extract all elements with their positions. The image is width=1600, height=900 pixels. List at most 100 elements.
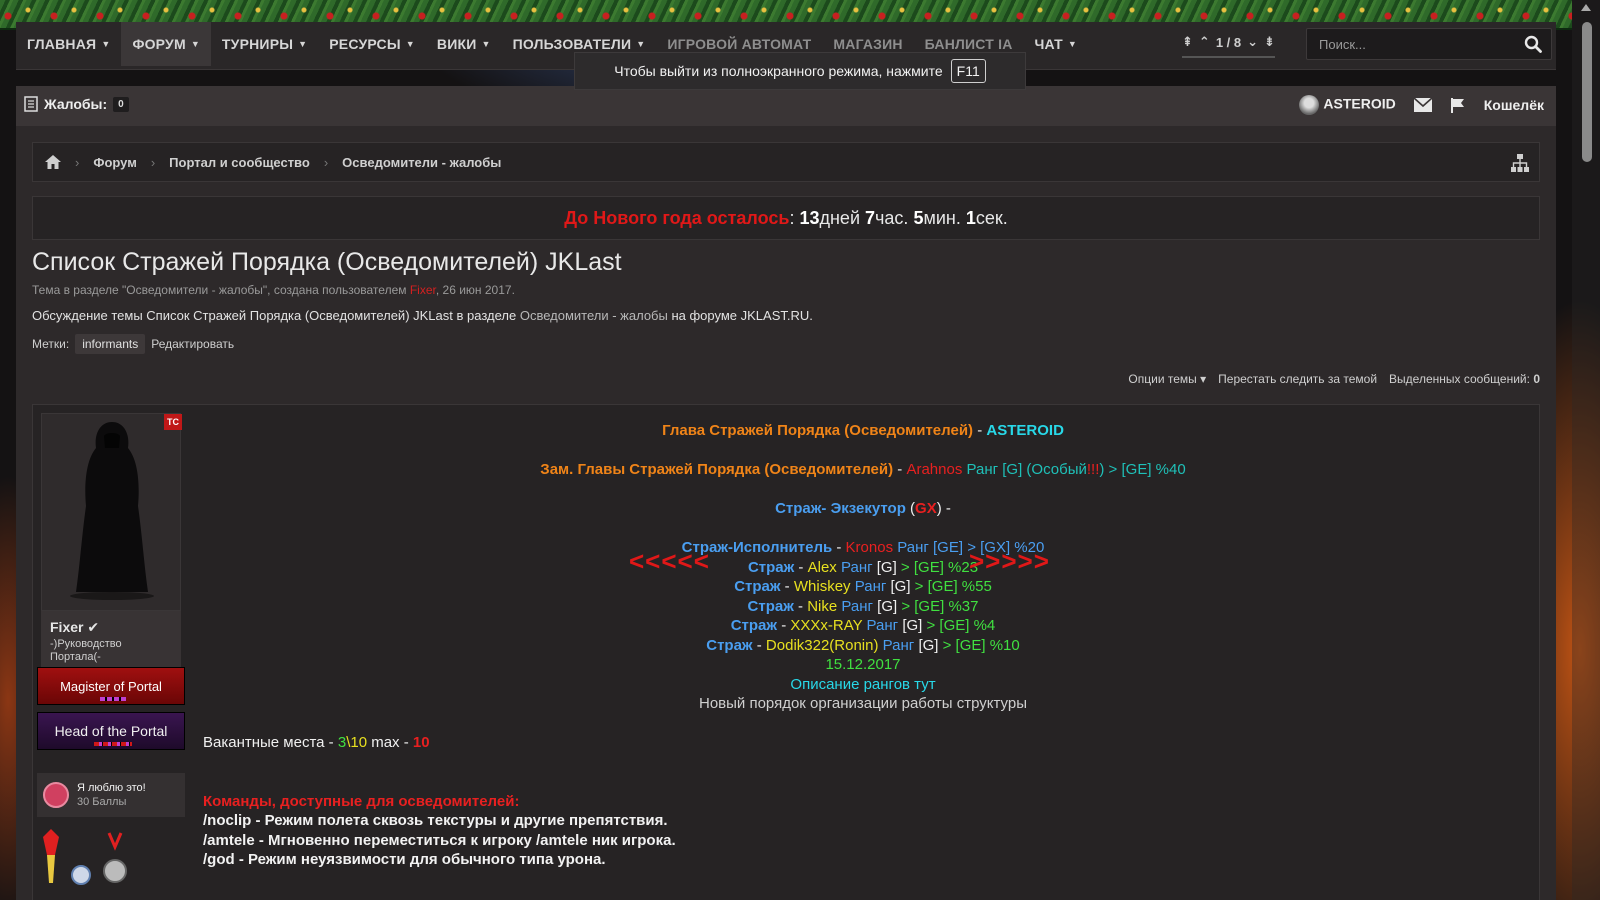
- author-user-title: -)Руководство Портала(-: [50, 638, 122, 663]
- user-avatar: [1299, 95, 1320, 115]
- magister-of-portal-banner: Magister of Portal: [37, 667, 185, 705]
- executor-close: ) -: [936, 500, 951, 517]
- guard-label: Страж: [706, 636, 753, 654]
- guard-name: Alex: [807, 558, 837, 576]
- fullscreen-notice-text: Чтобы выйти из полноэкранного режима, на…: [614, 63, 943, 79]
- nav-item-label: ФОРУМ: [132, 36, 186, 52]
- order-text[interactable]: Новый порядок организации работы структу…: [203, 694, 1523, 714]
- guard-rank-word: Ранг: [837, 597, 878, 615]
- complaints-link[interactable]: Жалобы: 0: [24, 96, 129, 112]
- red-ribbon-medal-icon: [107, 832, 123, 851]
- envelope-icon[interactable]: [1413, 98, 1432, 112]
- thread-description: Обсуждение темы Список Стражей Порядка (…: [32, 308, 813, 323]
- guard-g: [G]: [890, 578, 911, 595]
- account-link[interactable]: ASTEROID: [1299, 95, 1396, 115]
- enforcer-dash: -: [832, 539, 846, 556]
- selected-messages-label: Выделенных сообщений:: [1389, 372, 1530, 386]
- search-input[interactable]: [1307, 29, 1517, 59]
- vacancy-total: 10: [350, 734, 368, 751]
- ranks-description-link[interactable]: Описание рангов тут: [790, 676, 935, 693]
- search-box: [1306, 28, 1552, 60]
- breadcrumb-item-forum[interactable]: Форум: [93, 155, 136, 170]
- flag-icon[interactable]: [1450, 97, 1466, 113]
- pager-text: 1 / 8: [1215, 34, 1242, 50]
- guard-name: Whiskey: [793, 578, 851, 595]
- vacancy-line: Вакантные места - 3\10 max - 10: [203, 733, 1523, 753]
- nav-item-9[interactable]: ЧАТ ▼: [1024, 22, 1089, 66]
- prev-page-icon[interactable]: ⌃: [1199, 34, 1210, 50]
- discuss-suffix: на форуме JKLAST.RU.: [671, 308, 813, 323]
- nav-item-label: БАНЛИСТ IA: [924, 36, 1013, 52]
- next-page-icon[interactable]: ⌄: [1247, 34, 1258, 50]
- thread-options-dropdown[interactable]: Опции темы ▾: [1128, 372, 1206, 386]
- sitemap-icon[interactable]: [1511, 154, 1529, 172]
- guard-name: Dodik322(Ronin): [765, 636, 879, 654]
- user-bar: Жалобы: 0 ASTEROID Кошелёк: [16, 86, 1556, 126]
- nav-item-4[interactable]: ВИКИ ▼: [426, 22, 502, 66]
- arrows-right: >>>>>: [969, 545, 1050, 576]
- thread-author-link[interactable]: Fixer: [410, 283, 436, 297]
- home-icon[interactable]: [45, 155, 61, 169]
- nav-item-2[interactable]: ТУРНИРЫ ▼: [211, 22, 318, 66]
- guard-rank-word: Ранг: [862, 617, 903, 634]
- post-guard-line-1: Страж - Whiskey Ранг [G] > [GE] %55: [203, 577, 1523, 597]
- chevron-down-icon: ▾: [1200, 372, 1207, 386]
- nav-item-3[interactable]: РЕСУРСЫ ▼: [318, 22, 426, 66]
- post-date: 15.12.2017: [825, 656, 901, 673]
- countdown-minutes: 5: [913, 207, 924, 228]
- thread-date: , 26 июн 2017.: [435, 283, 515, 297]
- unwatch-thread-link[interactable]: Перестать следить за темой: [1218, 372, 1377, 386]
- guard-rank-rest: > [GE] %23: [896, 558, 979, 576]
- last-page-icon[interactable]: ⇟: [1264, 34, 1275, 50]
- nav-item-label: ВИКИ: [436, 36, 477, 52]
- first-post: ТС Fixer ✔ -)Руководство Портала(- Magis…: [32, 404, 1540, 900]
- commands-title: Команды, доступные для осведомителей:: [203, 792, 520, 810]
- author-name-text: Fixer: [50, 619, 84, 635]
- author-name[interactable]: Fixer ✔: [50, 619, 172, 636]
- author-avatar[interactable]: ТС: [41, 413, 182, 611]
- trophy-title: Я люблю это!: [77, 782, 146, 794]
- selected-messages[interactable]: Выделенных сообщений: 0: [1389, 372, 1540, 386]
- deputy-label: Зам. Главы Стражей Порядка (Осведомителе…: [540, 461, 894, 478]
- guard-g: [G]: [918, 636, 939, 654]
- trophy-box[interactable]: Я люблю это! 30 Баллы: [37, 773, 185, 817]
- snowflake-medal-icon: [71, 865, 91, 885]
- nav-item-0[interactable]: ГЛАВНАЯ ▼: [16, 22, 121, 66]
- nav-item-label: МАГАЗИН: [833, 36, 903, 52]
- deputy-excl: !!!: [1086, 461, 1100, 478]
- complaints-label: Жалобы:: [44, 96, 108, 112]
- guard-g: [G]: [902, 617, 923, 634]
- executor-label: Страж- Экзекутор: [775, 500, 906, 517]
- scrollbar-thumb[interactable]: [1582, 22, 1592, 162]
- executor-gx: GX: [915, 500, 937, 517]
- post-guard-line-4: Страж - Dodik322(Ronin) Ранг [G] > [GE] …: [203, 636, 1523, 656]
- discuss-prefix: Обсуждение темы Список Стражей Порядка (…: [32, 308, 517, 323]
- breadcrumb-item-portal[interactable]: Портал и сообщество: [169, 155, 310, 170]
- nav-item-1[interactable]: ФОРУМ ▼: [121, 22, 211, 66]
- tags-edit-link[interactable]: Редактировать: [151, 337, 234, 351]
- countdown-days: 13: [799, 207, 820, 228]
- post-guard-line-3: Страж - XXXx-RAY Ранг [G] > [GE] %4: [203, 616, 1523, 636]
- guard-rank-rest: > [GE] %55: [910, 578, 992, 595]
- discuss-section-link[interactable]: Осведомители - жалобы: [520, 308, 668, 323]
- nav-item-label: РЕСУРСЫ: [329, 36, 401, 52]
- guard-rank-rest: > [GE] %4: [922, 617, 996, 634]
- f11-key: F11: [950, 59, 986, 83]
- tag-informants[interactable]: informants: [75, 334, 146, 354]
- user-actions: ASTEROID Кошелёк: [1299, 95, 1544, 115]
- page-scrollbar[interactable]: [1572, 0, 1600, 900]
- vacancy-current: 3: [337, 734, 347, 751]
- banner-decoration: [94, 742, 132, 746]
- search-icon[interactable]: [1524, 35, 1542, 53]
- post-guard-line-2: Страж - Nike Ранг [G] > [GE] %37: [203, 597, 1523, 617]
- wallet-link[interactable]: Кошелёк: [1484, 97, 1544, 113]
- breadcrumb-item-informants[interactable]: Осведомители - жалобы: [342, 155, 501, 170]
- command-amtele: /amtele - Мгновенно переместиться к игро…: [203, 831, 676, 849]
- head-name: ASTEROID: [986, 422, 1064, 439]
- thread-pager[interactable]: ⇞ ⌃ 1 / 8 ⌄ ⇟: [1182, 34, 1275, 58]
- first-page-icon[interactable]: ⇞: [1182, 34, 1193, 50]
- scroll-up-arrow-icon[interactable]: [1581, 4, 1591, 11]
